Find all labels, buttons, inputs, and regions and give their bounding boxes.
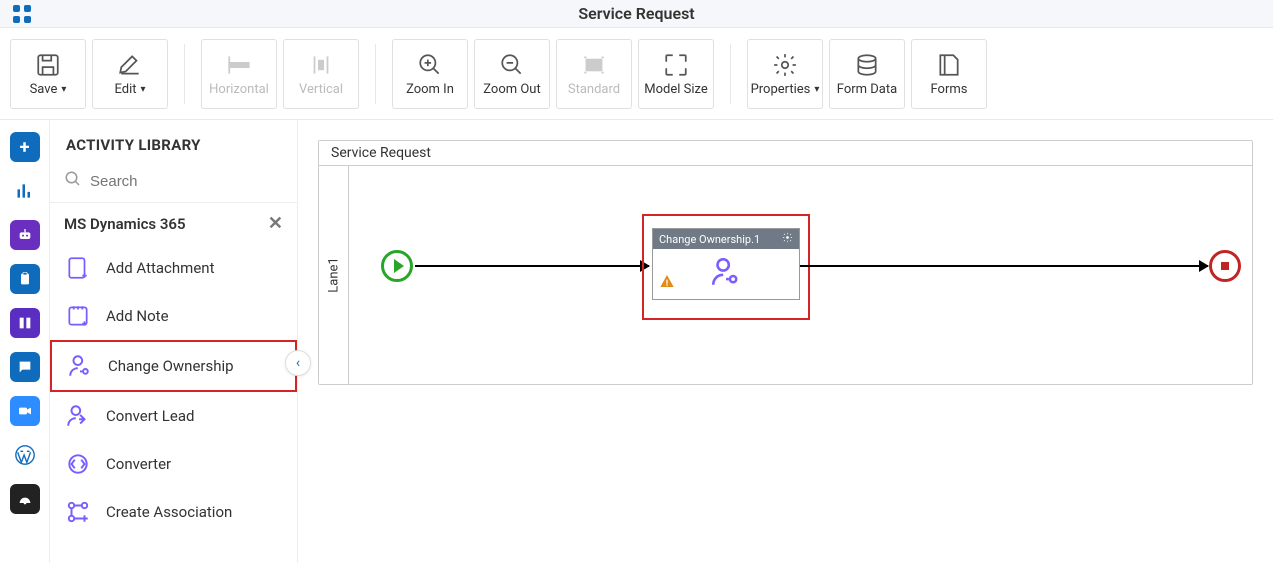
convert-lead-icon — [64, 402, 92, 430]
lane[interactable]: Lane1 Change Ownership.1 — [319, 166, 1252, 384]
database-icon — [854, 50, 880, 80]
zoom-out-button[interactable]: Zoom Out — [474, 39, 550, 109]
end-node[interactable] — [1209, 250, 1241, 282]
zoom-standard-icon — [581, 50, 607, 80]
change-ownership-icon — [709, 255, 743, 293]
create-association-icon — [64, 498, 92, 526]
save-button[interactable]: Save▾ — [10, 39, 86, 109]
rail-gauge-icon[interactable] — [10, 484, 40, 514]
rail-wordpress-icon[interactable] — [10, 440, 40, 470]
main-toolbar: Save▾ Edit▾ Horizontal Vertical — [0, 28, 1273, 120]
rail-columns-icon[interactable] — [10, 308, 40, 338]
pool-title: Service Request — [319, 141, 1252, 166]
app-switcher-icon[interactable] — [10, 2, 34, 26]
gear-icon — [772, 50, 798, 80]
model-size-button[interactable]: Model Size — [638, 39, 714, 109]
chevron-down-icon: ▾ — [61, 84, 66, 95]
forms-icon — [936, 50, 962, 80]
lib-item-convert-lead[interactable]: Convert Lead — [50, 392, 297, 440]
category-name: MS Dynamics 365 — [64, 215, 186, 233]
zoom-in-button[interactable]: Zoom In — [392, 39, 468, 109]
edge[interactable] — [415, 265, 649, 267]
rail-clipboard-icon[interactable] — [10, 264, 40, 294]
close-category-icon[interactable]: ✕ — [268, 213, 283, 234]
lib-item-label: Converter — [106, 455, 171, 473]
add-attachment-icon — [64, 254, 92, 282]
align-vertical-icon — [308, 50, 334, 80]
activity-node-change-ownership[interactable]: Change Ownership.1 — [652, 228, 800, 300]
lib-item-label: Convert Lead — [106, 407, 194, 425]
page-title: Service Request — [578, 4, 694, 23]
forms-button[interactable]: Forms — [911, 39, 987, 109]
warning-icon — [659, 273, 675, 293]
edit-button[interactable]: Edit▾ — [92, 39, 168, 109]
zoom-out-icon — [499, 50, 525, 80]
rail-bot-icon[interactable] — [10, 220, 40, 250]
activity-list: Add Attachment Add Note Change Ownership… — [50, 244, 297, 563]
properties-button[interactable]: Properties▾ — [747, 39, 823, 109]
chevron-down-icon: ▾ — [814, 84, 819, 95]
vertical-align-button: Vertical — [283, 39, 359, 109]
add-note-icon — [64, 302, 92, 330]
lib-item-label: Change Ownership — [108, 357, 234, 375]
converter-icon — [64, 450, 92, 478]
horizontal-align-button: Horizontal — [201, 39, 277, 109]
gear-icon[interactable] — [782, 232, 793, 246]
save-icon — [35, 50, 61, 80]
process-pool[interactable]: Service Request Lane1 — [318, 140, 1253, 385]
model-size-icon — [663, 50, 689, 80]
search-icon — [64, 170, 82, 192]
zoom-in-icon — [417, 50, 443, 80]
lane-label: Lane1 — [326, 257, 341, 292]
lib-item-converter[interactable]: Converter — [50, 440, 297, 488]
toolbar-divider — [184, 44, 185, 104]
activity-title: Change Ownership.1 — [659, 233, 760, 246]
zoom-standard-button: Standard — [556, 39, 632, 109]
rail-chart-icon[interactable] — [10, 176, 40, 206]
sidebar-title: ACTIVITY LIBRARY — [50, 120, 297, 164]
lib-item-label: Add Note — [106, 307, 169, 325]
edit-icon — [117, 50, 143, 80]
add-button[interactable]: + — [10, 132, 40, 162]
toolbar-divider — [730, 44, 731, 104]
change-ownership-icon — [66, 352, 94, 380]
search-input[interactable] — [90, 173, 289, 190]
form-data-button[interactable]: Form Data — [829, 39, 905, 109]
lib-item-label: Create Association — [106, 503, 232, 521]
align-horizontal-icon — [226, 50, 252, 80]
chevron-left-icon: ‹ — [296, 355, 300, 371]
chevron-down-icon: ▾ — [140, 84, 145, 95]
lib-item-add-note[interactable]: Add Note — [50, 292, 297, 340]
lib-item-create-association[interactable]: Create Association — [50, 488, 297, 536]
toolbar-divider — [375, 44, 376, 104]
collapse-sidebar-button[interactable]: ‹ — [285, 350, 311, 376]
rail-video-icon[interactable] — [10, 396, 40, 426]
lib-item-change-ownership[interactable]: Change Ownership — [50, 340, 297, 392]
left-rail: + — [0, 120, 50, 563]
start-node[interactable] — [381, 250, 413, 282]
lane-header[interactable]: Lane1 — [319, 166, 349, 384]
process-canvas[interactable]: Service Request Lane1 — [298, 120, 1273, 563]
lib-item-add-attachment[interactable]: Add Attachment — [50, 244, 297, 292]
edge[interactable] — [800, 265, 1208, 267]
rail-chat-icon[interactable] — [10, 352, 40, 382]
lib-item-label: Add Attachment — [106, 259, 214, 277]
activity-sidebar: ACTIVITY LIBRARY MS Dynamics 365 ✕ Add A… — [50, 120, 298, 563]
